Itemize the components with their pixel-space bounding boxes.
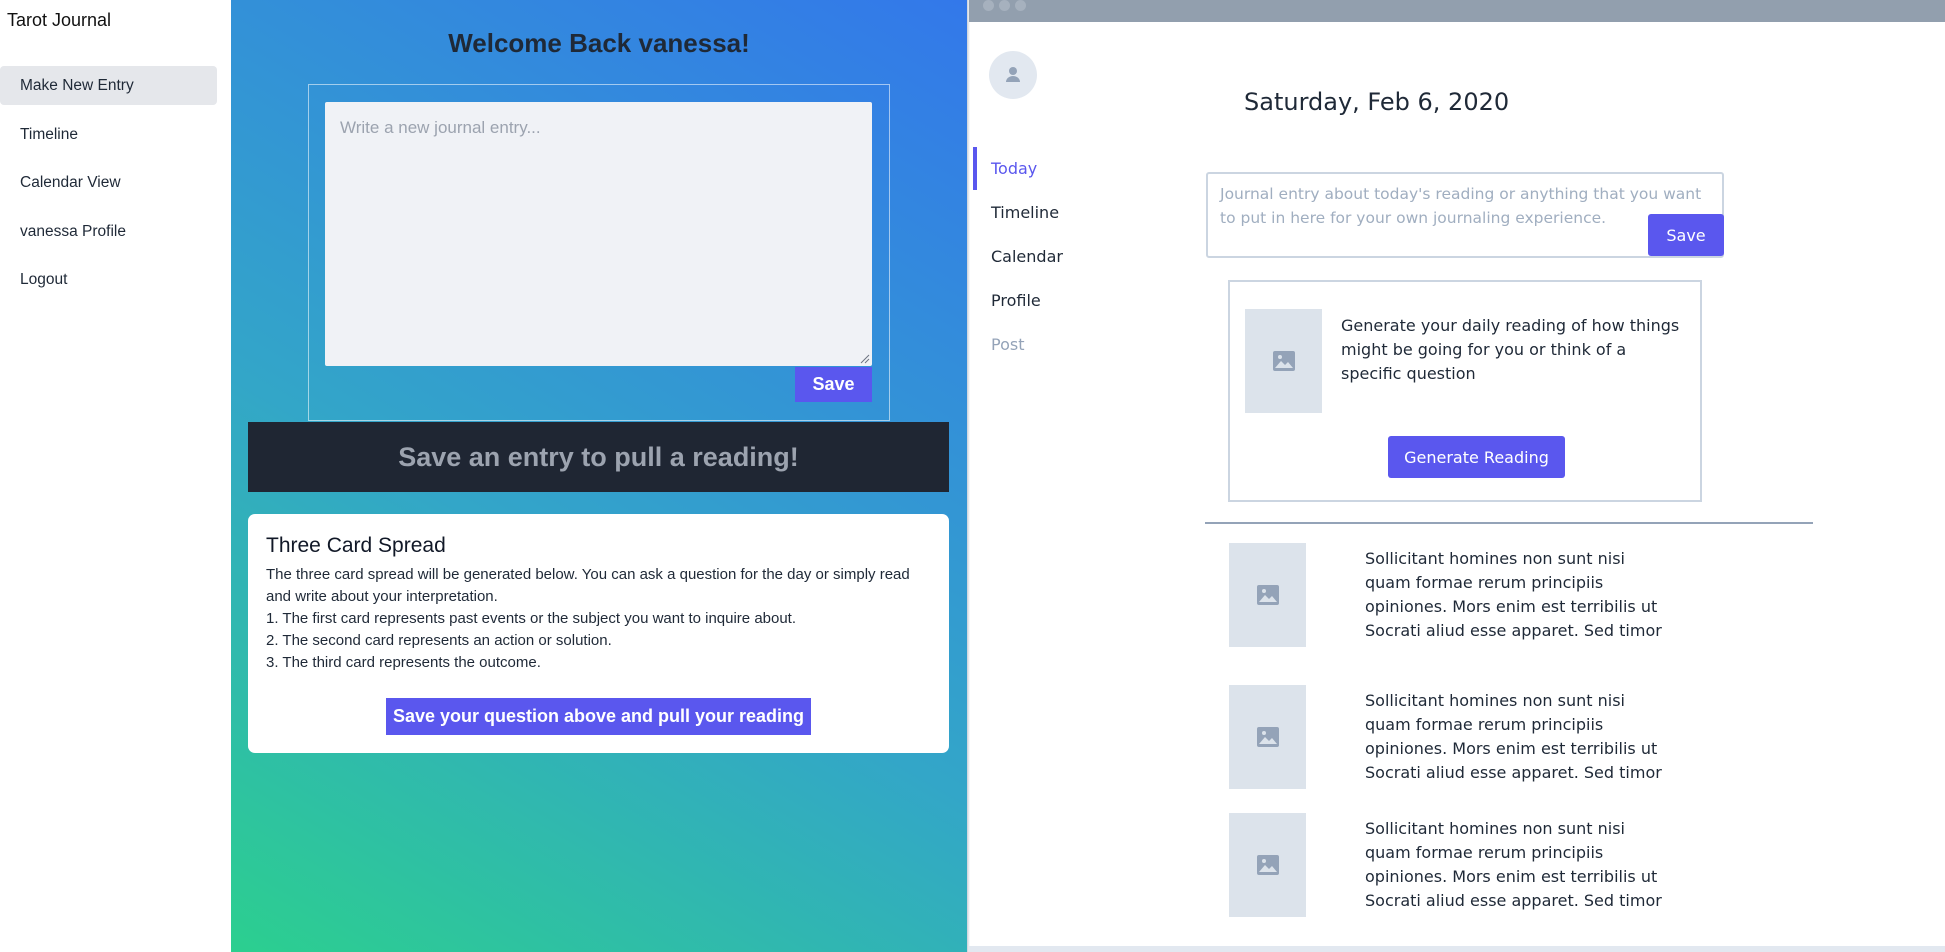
window-divider xyxy=(967,0,970,952)
journal-entry-textarea[interactable] xyxy=(325,102,872,366)
wf-nav-today[interactable]: Today xyxy=(991,159,1037,178)
wf-item-image xyxy=(1229,543,1306,647)
page-date: Saturday, Feb 6, 2020 xyxy=(1244,88,1510,116)
wf-nav-calendar[interactable]: Calendar xyxy=(991,247,1063,266)
nav-profile[interactable]: vanessa Profile xyxy=(0,212,217,251)
window-titlebar xyxy=(969,0,1945,22)
nav-calendar-view[interactable]: Calendar View xyxy=(0,163,217,202)
wf-save-button[interactable]: Save xyxy=(1648,214,1724,256)
spread-title: Three Card Spread xyxy=(266,534,446,557)
three-card-spread-card: Three Card Spread The three card spread … xyxy=(248,514,949,753)
wf-reading-prompt: Generate your daily reading of how thing… xyxy=(1341,316,1680,383)
wf-nav-post[interactable]: Post xyxy=(991,335,1024,354)
main-panel: Welcome Back vanessa! Save Save an entry… xyxy=(231,0,967,952)
window-minimize-icon[interactable] xyxy=(999,0,1010,11)
image-placeholder-icon xyxy=(1256,727,1279,747)
wf-list-item-text: Sollicitant homines non sunt nisi quam f… xyxy=(1365,819,1662,910)
avatar[interactable] xyxy=(989,51,1037,99)
wf-item-image xyxy=(1229,813,1306,917)
wf-list-item-text: Sollicitant homines non sunt nisi quam f… xyxy=(1365,549,1662,640)
wf-journal-placeholder: Journal entry about today's reading or a… xyxy=(1220,185,1702,227)
generate-reading-button[interactable]: Generate Reading xyxy=(1388,436,1565,478)
wf-item-image xyxy=(1229,685,1306,789)
spread-list-item: 2. The second card represents an action … xyxy=(266,632,612,649)
window-close-icon[interactable] xyxy=(983,0,994,11)
resize-grip-icon[interactable] xyxy=(860,354,870,364)
wf-list-item-text: Sollicitant homines non sunt nisi quam f… xyxy=(1365,691,1662,782)
reading-banner: Save an entry to pull a reading! xyxy=(248,422,949,492)
wf-nav-timeline[interactable]: Timeline xyxy=(991,203,1059,222)
wf-nav-profile[interactable]: Profile xyxy=(991,291,1041,310)
welcome-heading: Welcome Back vanessa! xyxy=(448,28,750,58)
sidebar: Tarot Journal Make New Entry Timeline Ca… xyxy=(0,0,231,952)
nav-make-new-entry[interactable]: Make New Entry xyxy=(0,66,217,105)
window-bottom-edge xyxy=(969,946,1945,952)
app-title: Tarot Journal xyxy=(7,10,112,30)
nav-active-indicator xyxy=(973,147,977,190)
spread-list: 1. The first card represents past events… xyxy=(266,608,931,674)
divider xyxy=(1205,522,1813,524)
wf-reading-image xyxy=(1245,309,1322,413)
image-placeholder-icon xyxy=(1256,585,1279,605)
image-placeholder-icon xyxy=(1272,351,1295,371)
image-placeholder-icon xyxy=(1256,855,1279,875)
user-icon xyxy=(1006,67,1020,82)
nav-timeline[interactable]: Timeline xyxy=(0,115,217,154)
spread-list-item: 1. The first card represents past events… xyxy=(266,610,797,627)
nav-logout[interactable]: Logout xyxy=(0,260,217,299)
pull-reading-button[interactable]: Save your question above and pull your r… xyxy=(386,698,811,735)
spread-list-item: 3. The third card represents the outcome… xyxy=(266,654,541,671)
spread-description: The three card spread will be generated … xyxy=(266,566,910,605)
save-entry-button[interactable]: Save xyxy=(795,367,872,402)
window-maximize-icon[interactable] xyxy=(1015,0,1026,11)
